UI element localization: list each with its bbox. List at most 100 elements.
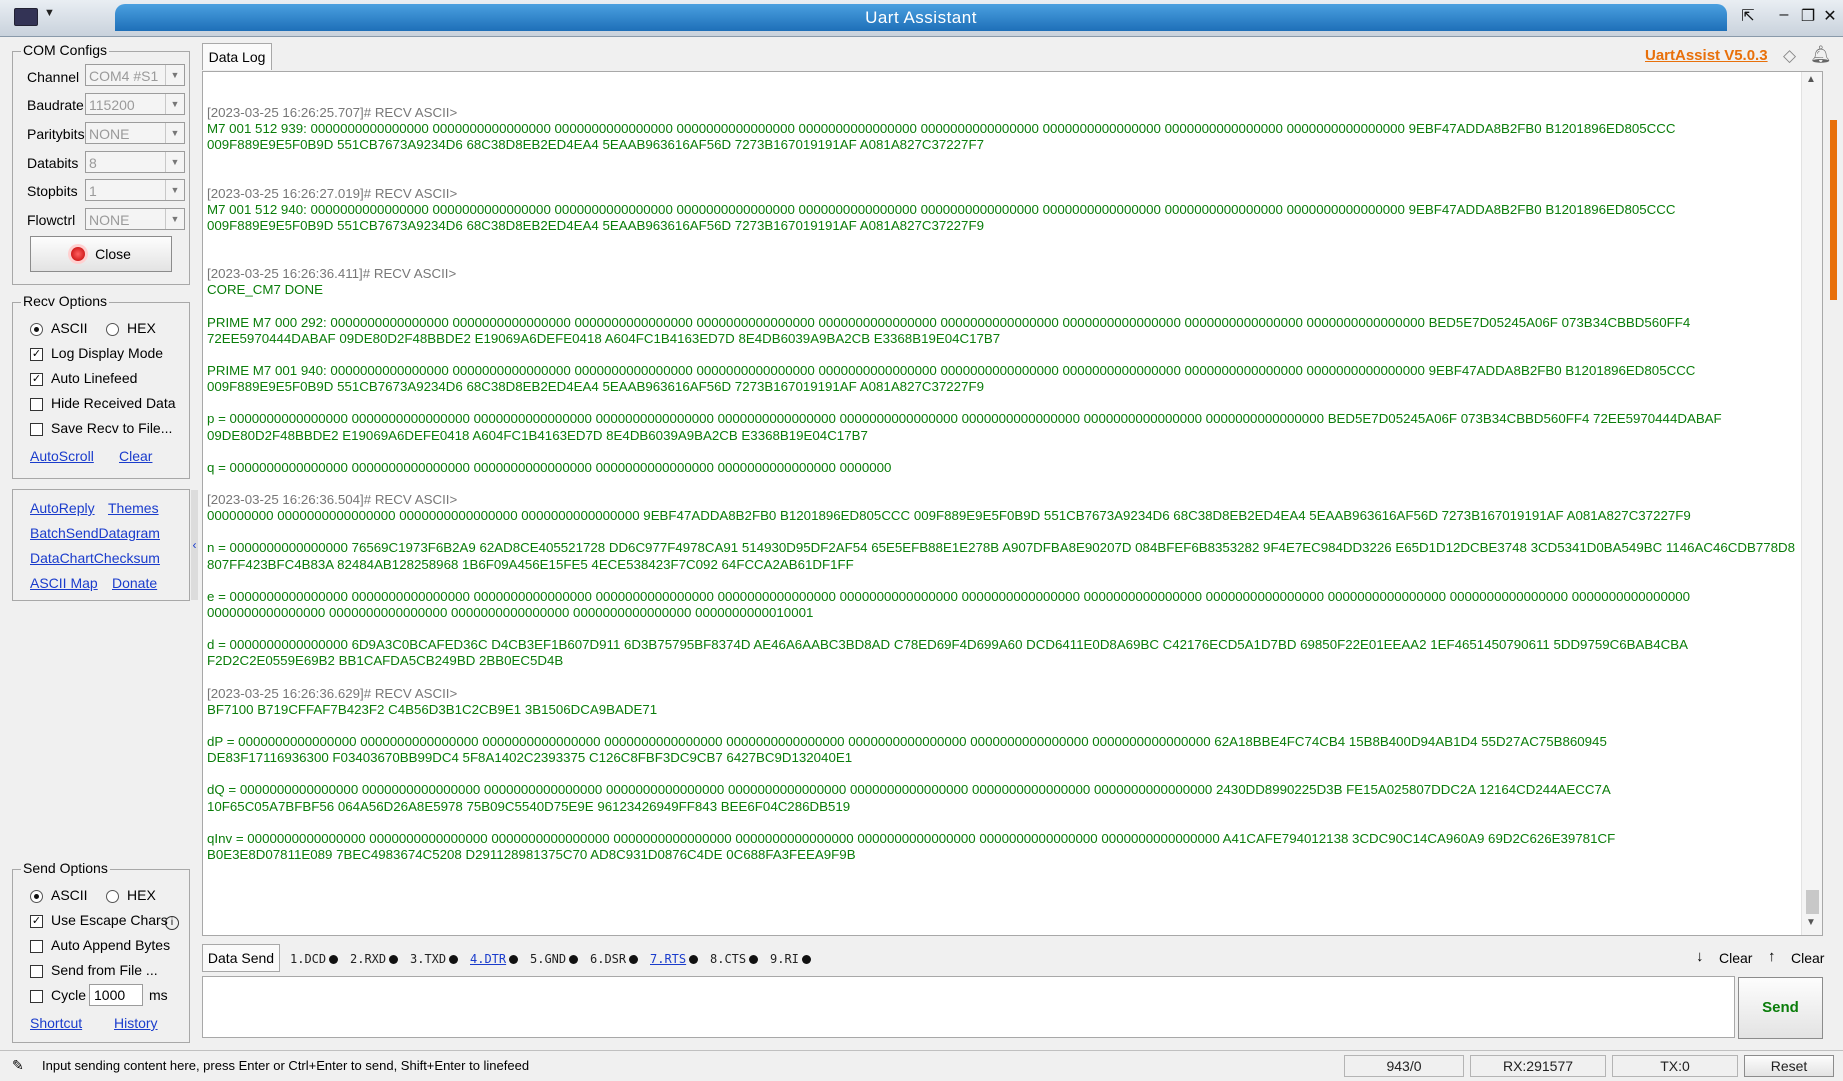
window-title: Uart Assistant <box>115 4 1727 31</box>
send-toolbar: Data Send 1.DCD 2.RXD 3.TXD 4.DTR 5.GND 6.DSR… <box>202 944 1824 972</box>
log-line: M7 001 512 940: 0000000000000000 0000000… <box>207 201 1676 217</box>
send-hex-label: HEX <box>127 887 156 903</box>
paritybits-select[interactable]: NONE ▼ <box>85 122 185 144</box>
themes-link[interactable]: Themes <box>108 500 159 516</box>
chevron-down-icon: ▼ <box>165 180 184 200</box>
save-recv-checkbox[interactable] <box>30 423 43 436</box>
pin-4[interactable]: 4.DTR <box>470 952 519 966</box>
pin-status-icon <box>801 955 811 964</box>
baudrate-select[interactable]: 115200 ▼ <box>85 93 185 115</box>
append-bytes-checkbox[interactable] <box>30 940 43 953</box>
pin-1[interactable]: 1.DCD <box>290 952 339 966</box>
log-line: 009F889E9E5F0B9D 551CB7673A9234D6 68C38D… <box>207 379 984 395</box>
chevron-down-icon: ▼ <box>165 123 184 143</box>
bell-icon[interactable]: 🔔︎ <box>1810 45 1832 65</box>
cycle-checkbox[interactable] <box>30 990 43 1003</box>
close-label: Close <box>95 246 131 262</box>
channel-select[interactable]: COM4 #S1 ▼ <box>85 64 185 86</box>
history-link[interactable]: History <box>114 1015 158 1031</box>
scroll-down-icon[interactable]: ▼ <box>1806 917 1816 928</box>
pin-status-icon <box>449 955 459 964</box>
info-icon[interactable]: i <box>165 916 179 930</box>
pin-label: 7.RTS <box>650 952 687 966</box>
save-recv-label: Save Recv to File... <box>51 420 173 436</box>
scroll-up-icon[interactable]: ▲ <box>1806 74 1816 85</box>
send-hex-radio[interactable] <box>106 890 119 903</box>
chevron-down-icon: ▼ <box>165 152 184 172</box>
autoreply-link[interactable]: AutoReply <box>30 500 95 516</box>
status-bar: ✎ Input sending content here, press Ente… <box>0 1050 1843 1081</box>
log-display-label: Log Display Mode <box>51 345 164 361</box>
send-input[interactable] <box>202 976 1735 1038</box>
log-line: 09DE80D2F48BBDE2 E19069A6DEFE0418 A604FC… <box>207 427 868 443</box>
log-line: 807FF423BFC4B83A 82484AB128258968 1B6F09… <box>207 556 854 572</box>
log-line: 009F889E9E5F0B9D 551CB7673A9234D6 68C38D… <box>207 218 984 234</box>
version-link[interactable]: UartAssist V5.0.3 <box>1645 47 1768 64</box>
baudrate-label: Baudrate <box>27 97 84 113</box>
pin-label: 6.DSR <box>590 952 627 966</box>
pin-2[interactable]: 2.RXD <box>350 952 399 966</box>
append-bytes-label: Auto Append Bytes <box>51 937 171 953</box>
stopbits-label: Stopbits <box>27 183 78 199</box>
byte-count: 943/0 <box>1344 1055 1464 1077</box>
pin-9[interactable]: 9.RI <box>770 952 811 966</box>
collapse-panel-handle[interactable]: ‹ <box>191 490 198 600</box>
close-port-button[interactable]: Close <box>30 236 172 272</box>
hide-received-checkbox[interactable] <box>30 398 43 411</box>
log-content: [2023-03-25 16:26:25.707]# RECV ASCII> M7… <box>207 105 1803 879</box>
send-file-checkbox[interactable] <box>30 965 43 978</box>
send-clear-left[interactable]: Clear <box>1719 950 1752 966</box>
databits-select[interactable]: 8 ▼ <box>85 151 185 173</box>
send-ascii-radio[interactable] <box>30 890 43 903</box>
flowctrl-select[interactable]: NONE ▼ <box>85 208 185 230</box>
tab-data-send[interactable]: Data Send <box>202 944 280 972</box>
auto-linefeed-checkbox[interactable]: ✓ <box>30 373 43 386</box>
log-scrollbar[interactable]: ▲ ▼ <box>1801 72 1822 935</box>
stopbits-select[interactable]: 1 ▼ <box>85 179 185 201</box>
log-scroll-thumb[interactable] <box>1806 890 1819 914</box>
pin-8[interactable]: 8.CTS <box>710 952 759 966</box>
clear-up-icon[interactable]: ↑ <box>1768 948 1776 965</box>
log-line: 009F889E9E5F0B9D 551CB7673A9234D6 68C38D… <box>207 137 984 153</box>
batchsend-link[interactable]: BatchSendDatagram <box>30 525 160 541</box>
com-configs-group: COM Configs Channel COM4 #S1 ▼ Baudrate 1… <box>12 42 190 285</box>
log-entry: e = 0000000000000000 0000000000000000 00… <box>207 589 1803 621</box>
pin-5[interactable]: 5.GND <box>530 952 579 966</box>
minimize-button[interactable]: – <box>1773 6 1795 24</box>
chevron-down-icon[interactable]: ▼ <box>44 7 55 19</box>
chevron-down-icon: ▼ <box>165 209 184 229</box>
recv-hex-radio[interactable] <box>106 323 119 336</box>
diamond-icon[interactable]: ◇ <box>1783 46 1796 66</box>
reset-button[interactable]: Reset <box>1744 1055 1834 1077</box>
datachart-link[interactable]: DataChartChecksum <box>30 550 160 566</box>
autoscroll-link[interactable]: AutoScroll <box>30 448 94 464</box>
pin-icon[interactable]: ⇱ <box>1737 6 1759 26</box>
pin-7[interactable]: 7.RTS <box>650 952 699 966</box>
pin-3[interactable]: 3.TXD <box>410 952 459 966</box>
escape-chars-checkbox[interactable]: ✓ <box>30 915 43 928</box>
asciimap-link[interactable]: ASCII Map <box>30 575 98 591</box>
send-clear-right[interactable]: Clear <box>1791 950 1824 966</box>
recv-ascii-radio[interactable] <box>30 323 43 336</box>
pin-status-icon <box>509 955 519 964</box>
clear-down-icon[interactable]: ↓ <box>1696 948 1704 965</box>
maximize-button[interactable]: ❐ <box>1797 6 1819 26</box>
shortcut-link[interactable]: Shortcut <box>30 1015 82 1031</box>
donate-link[interactable]: Donate <box>112 575 157 591</box>
log-line: dP = 0000000000000000 0000000000000000 0… <box>207 734 1607 750</box>
flowctrl-label: Flowctrl <box>27 212 76 228</box>
send-button[interactable]: Send <box>1738 977 1823 1039</box>
rx-count: RX:291577 <box>1470 1055 1606 1077</box>
close-window-button[interactable]: ✕ <box>1819 6 1841 26</box>
pin-6[interactable]: 6.DSR <box>590 952 639 966</box>
log-entry: d = 0000000000000000 6D9A3C0BCAFED36C D4… <box>207 637 1803 669</box>
send-file-label: Send from File ... <box>51 962 158 978</box>
data-log-area[interactable]: [2023-03-25 16:26:25.707]# RECV ASCII> M7… <box>202 71 1823 936</box>
cycle-input[interactable]: 1000 <box>89 984 143 1006</box>
log-display-checkbox[interactable]: ✓ <box>30 348 43 361</box>
log-line: M7 001 512 939: 0000000000000000 0000000… <box>207 121 1676 137</box>
log-line: BF7100 B719CFFAF7B423F2 C4B56D3B1C2CB9E1… <box>207 701 658 717</box>
tab-data-log[interactable]: Data Log <box>202 43 272 70</box>
app-menu-icon[interactable] <box>14 8 38 26</box>
recv-clear-link[interactable]: Clear <box>119 448 152 464</box>
